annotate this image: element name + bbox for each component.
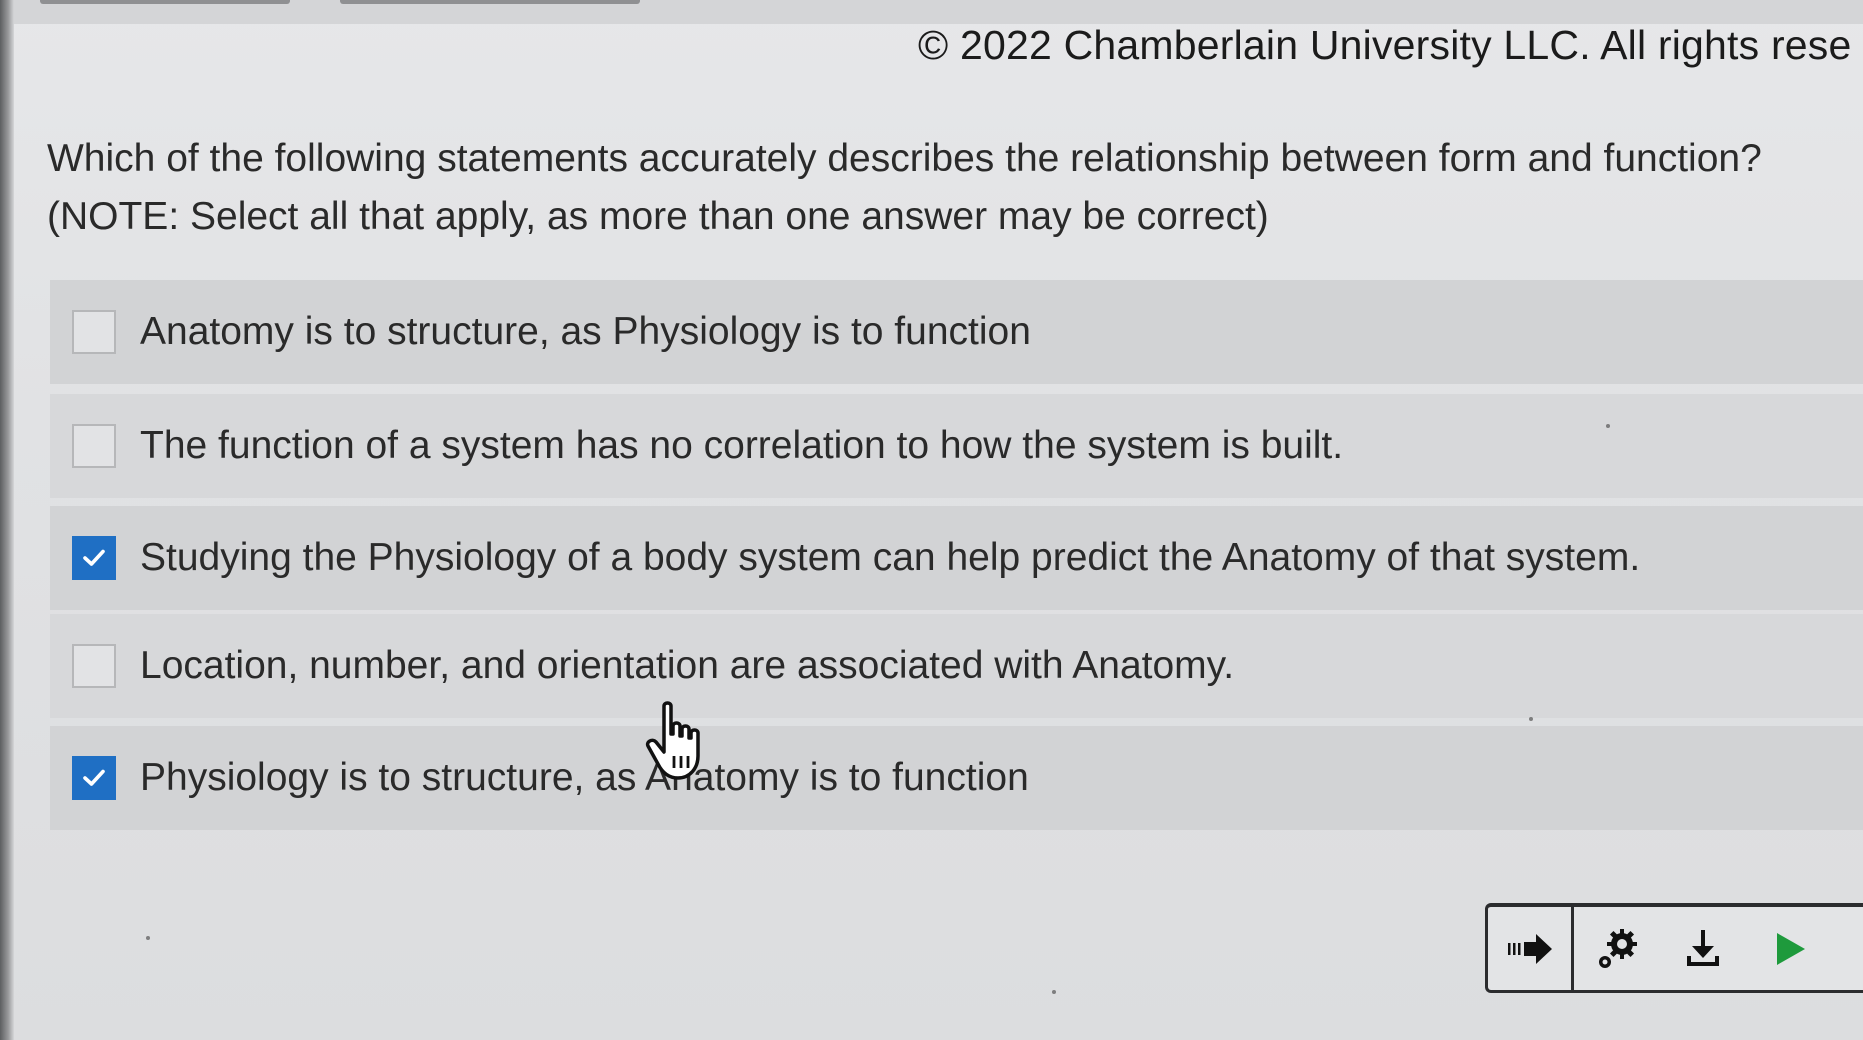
checkbox-checked[interactable]	[72, 536, 116, 580]
checkmark-icon	[83, 769, 105, 786]
checkbox-checked[interactable]	[72, 756, 116, 800]
screen: © 2022 Chamberlain University LLC. All r…	[0, 0, 1863, 1040]
option-label: Anatomy is to structure, as Physiology i…	[140, 310, 1031, 353]
answer-option-1[interactable]: Anatomy is to structure, as Physiology i…	[50, 280, 1863, 384]
screen-bezel	[0, 0, 14, 1040]
media-toolbar	[1485, 903, 1863, 993]
screen-speck	[1529, 717, 1533, 721]
play-button[interactable]	[1746, 907, 1832, 990]
answer-option-5[interactable]: Physiology is to structure, as Anatomy i…	[50, 726, 1863, 830]
skip-forward-button[interactable]	[1488, 907, 1574, 990]
answer-option-2[interactable]: The function of a system has no correlat…	[50, 394, 1863, 498]
checkbox-unchecked[interactable]	[72, 424, 116, 468]
question-note: (NOTE: Select all that apply, as more th…	[47, 195, 1269, 238]
download-icon	[1687, 929, 1719, 966]
answer-option-3[interactable]: Studying the Physiology of a body system…	[50, 506, 1863, 610]
option-label: Location, number, and orientation are as…	[140, 644, 1235, 687]
option-label: The function of a system has no correlat…	[140, 424, 1344, 467]
question-text: Which of the following statements accura…	[47, 130, 1857, 246]
screen-speck	[1606, 424, 1610, 428]
option-label: Studying the Physiology of a body system…	[140, 536, 1641, 579]
settings-gears-icon	[1599, 928, 1637, 968]
download-button[interactable]	[1660, 907, 1746, 990]
option-label: Physiology is to structure, as Anatomy i…	[140, 756, 1029, 799]
copyright-notice: © 2022 Chamberlain University LLC. All r…	[918, 22, 1852, 68]
screen-speck	[146, 936, 150, 940]
checkbox-unchecked[interactable]	[72, 644, 116, 688]
checkbox-unchecked[interactable]	[72, 310, 116, 354]
hand-pointer-cursor	[645, 701, 700, 780]
checkmark-icon	[83, 549, 105, 566]
screen-speck	[1052, 990, 1056, 994]
play-icon	[1777, 932, 1805, 965]
question-prompt: Which of the following statements accura…	[47, 137, 1762, 180]
skip-forward-arrow-icon	[1507, 933, 1552, 964]
top-tab[interactable]	[40, 0, 290, 4]
answer-option-4[interactable]: Location, number, and orientation are as…	[50, 614, 1863, 718]
top-tab[interactable]	[340, 0, 640, 4]
settings-button[interactable]	[1574, 907, 1660, 990]
